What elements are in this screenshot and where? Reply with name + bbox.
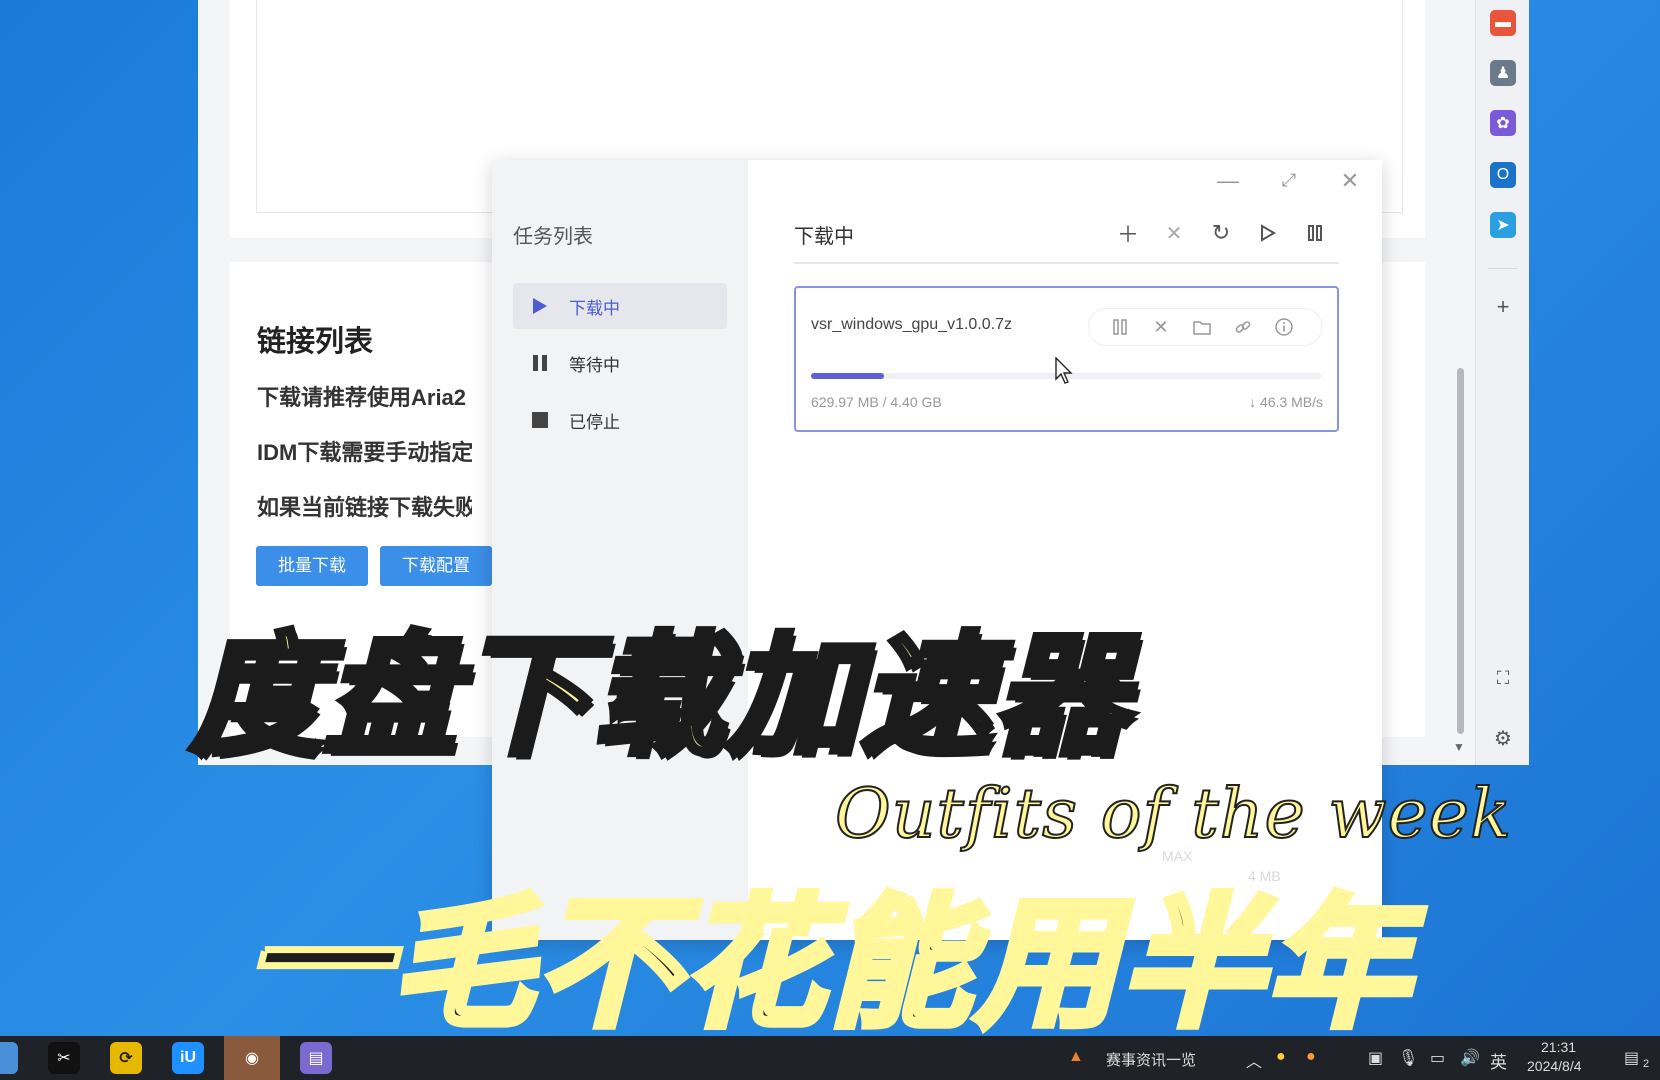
sidebar-add-icon[interactable]: + [1488, 294, 1518, 320]
tray-device-icon[interactable]: ▣ [1368, 1048, 1383, 1068]
clock-time[interactable]: 21:31 [1541, 1039, 1576, 1055]
nav-downloading[interactable]: 下载中 [513, 283, 727, 329]
delete-task-icon[interactable]: ✕ [1159, 218, 1189, 248]
browser-right-sidebar: ▬ ♟ ✿ O ➤ + ⛶ ⚙ [1475, 0, 1529, 765]
qq-tray-icon[interactable]: ● [1276, 1048, 1286, 1066]
clock-date[interactable]: 2024/8/4 [1527, 1058, 1582, 1074]
task-copy-link-icon[interactable] [1232, 316, 1254, 338]
main-section-title: 下载中 [794, 226, 854, 248]
download-config-button[interactable]: 下载配置 [380, 546, 492, 586]
nav-downloading-label: 下载中 [569, 298, 620, 318]
task-pause-icon[interactable] [1109, 316, 1131, 338]
copilot-icon[interactable]: ✿ [1490, 110, 1516, 136]
task-action-bar: ✕ [1088, 308, 1322, 346]
pause-icon [529, 354, 551, 372]
taskbar-app-purple-icon[interactable]: ▤ [300, 1042, 332, 1074]
task-speed-text: ↓ 46.3 MB/s [1249, 394, 1323, 410]
windows-taskbar: ✂ ⟳ iU ◉ ▤ ▲ 赛事资讯一览 ︿ ● ● ▣ 🎙 ▭ 🔊 英 21:3… [0, 1036, 1660, 1080]
tray-expand-icon[interactable]: ︿ [1246, 1048, 1262, 1072]
microphone-icon[interactable]: 🎙 [1398, 1048, 1418, 1068]
notification-icon[interactable]: ▤ [1624, 1048, 1639, 1068]
volume-icon[interactable]: 🔊 [1460, 1048, 1480, 1068]
add-task-icon[interactable]: ＋ [1113, 218, 1143, 248]
taskbar-app-partial-icon[interactable] [0, 1042, 18, 1074]
subline-caption: 一毛不花能用半年 [242, 879, 1413, 1051]
resume-all-icon[interactable] [1253, 218, 1283, 248]
toolbox-icon[interactable]: ▬ [1490, 10, 1516, 36]
nav-waiting[interactable]: 等待中 [513, 340, 727, 386]
sidebar-separator [1488, 268, 1518, 269]
task-file-name: vsr_windows_gpu_v1.0.0.7z [811, 316, 1013, 333]
notification-count: 2 [1643, 1058, 1650, 1070]
telegram-icon[interactable]: ➤ [1490, 212, 1516, 238]
outlook-icon[interactable]: O [1490, 162, 1516, 188]
nav-stopped[interactable]: 已停止 [513, 397, 727, 443]
links-line-fail: 如果当前链接下载失败 [257, 495, 472, 520]
news-label[interactable]: 赛事资讯一览 [1106, 1049, 1196, 1070]
screenshot-icon[interactable]: ⛶ [1488, 668, 1518, 689]
batch-download-button[interactable]: 批量下载 [256, 546, 368, 586]
scroll-down-arrow-icon[interactable]: ▼ [1453, 740, 1465, 754]
mouse-cursor-icon [1055, 356, 1073, 390]
task-list-title: 任务列表 [513, 226, 593, 248]
qq-tray-icon-2[interactable]: ● [1306, 1048, 1316, 1066]
task-sidebar: 任务列表 下载中 等待中 已停止 [492, 160, 748, 940]
pause-all-icon[interactable] [1300, 218, 1330, 248]
task-delete-icon[interactable]: ✕ [1150, 316, 1172, 338]
maximize-icon[interactable]: ⤢ [1272, 170, 1306, 191]
taskbar-app-active-icon[interactable]: ◉ [224, 1036, 280, 1080]
capcut-icon[interactable]: ✂ [48, 1042, 80, 1074]
links-line-aria2: 下载请推荐使用Aria2 [257, 385, 467, 410]
task-open-folder-icon[interactable] [1191, 316, 1213, 338]
taskbar-app-blue-icon[interactable]: iU [172, 1042, 204, 1074]
page-scrollbar-thumb[interactable] [1457, 368, 1464, 734]
stop-icon [529, 411, 551, 429]
task-size-text: 629.97 MB / 4.40 GB [811, 394, 942, 410]
user-chess-icon[interactable]: ♟ [1490, 60, 1516, 86]
script-caption: Outfits of the week [834, 774, 1513, 855]
news-flame-icon[interactable]: ▲ [1068, 1048, 1084, 1066]
task-info-icon[interactable] [1273, 316, 1295, 338]
taskbar-app-yellow-icon[interactable]: ⟳ [110, 1042, 142, 1074]
links-line-idm: IDM下载需要手动指定 [257, 440, 472, 465]
close-icon[interactable]: ✕ [1333, 168, 1367, 194]
settings-gear-icon[interactable]: ⚙ [1488, 726, 1518, 751]
nav-stopped-label: 已停止 [569, 412, 620, 432]
refresh-icon[interactable]: ↻ [1206, 218, 1236, 248]
minimize-icon[interactable]: — [1211, 168, 1245, 194]
network-icon[interactable]: ▭ [1430, 1048, 1445, 1068]
headline-caption: 度盘下载加速器 [187, 617, 1129, 777]
task-progress-fill [811, 373, 884, 379]
links-title: 链接列表 [257, 326, 374, 358]
ime-indicator[interactable]: 英 [1490, 1048, 1507, 1073]
nav-waiting-label: 等待中 [569, 355, 620, 375]
play-icon [529, 297, 551, 315]
title-divider [794, 262, 1339, 264]
